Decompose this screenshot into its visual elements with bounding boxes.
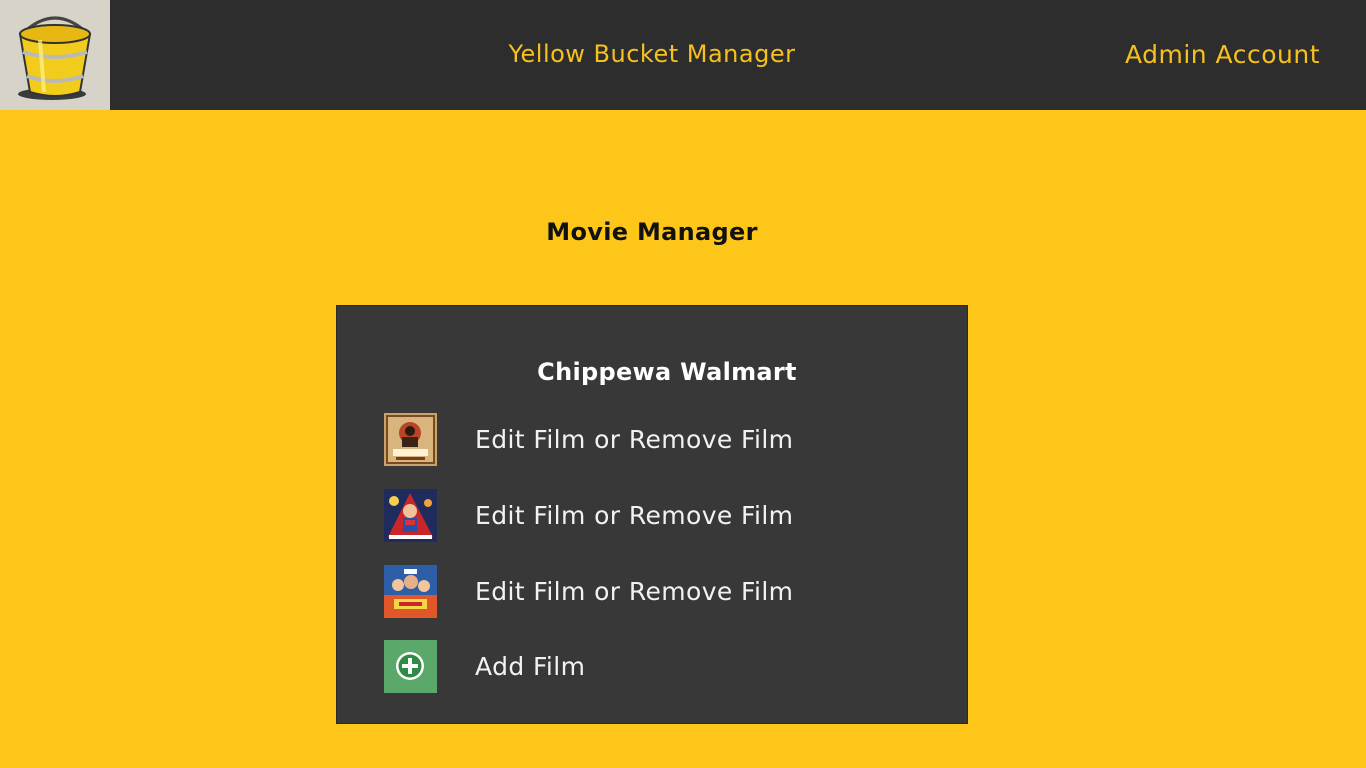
edit-remove-film-link[interactable]: Edit Film or Remove Film: [475, 425, 793, 454]
film-row-1[interactable]: Edit Film or Remove Film: [384, 413, 924, 467]
add-film-link[interactable]: Add Film: [475, 652, 585, 681]
add-circle-icon[interactable]: [384, 640, 437, 693]
movie-panel: Chippewa Walmart Edit Film or Remove Fil…: [336, 305, 968, 724]
admin-account-link[interactable]: Admin Account: [1125, 40, 1320, 69]
add-film-row[interactable]: Add Film: [384, 640, 924, 694]
film-poster-2-icon[interactable]: [384, 489, 437, 542]
film-poster-1-icon[interactable]: [384, 413, 437, 466]
film-row-2[interactable]: Edit Film or Remove Film: [384, 489, 924, 543]
film-row-3[interactable]: Edit Film or Remove Film: [384, 565, 924, 619]
edit-remove-film-link[interactable]: Edit Film or Remove Film: [475, 577, 793, 606]
edit-remove-film-link[interactable]: Edit Film or Remove Film: [475, 501, 793, 530]
store-name: Chippewa Walmart: [537, 358, 797, 386]
header-bar: Yellow Bucket Manager Admin Account: [0, 0, 1366, 110]
page-title: Movie Manager: [546, 218, 758, 246]
film-poster-3-icon[interactable]: [384, 565, 437, 618]
app-title: Yellow Bucket Manager: [508, 40, 796, 68]
